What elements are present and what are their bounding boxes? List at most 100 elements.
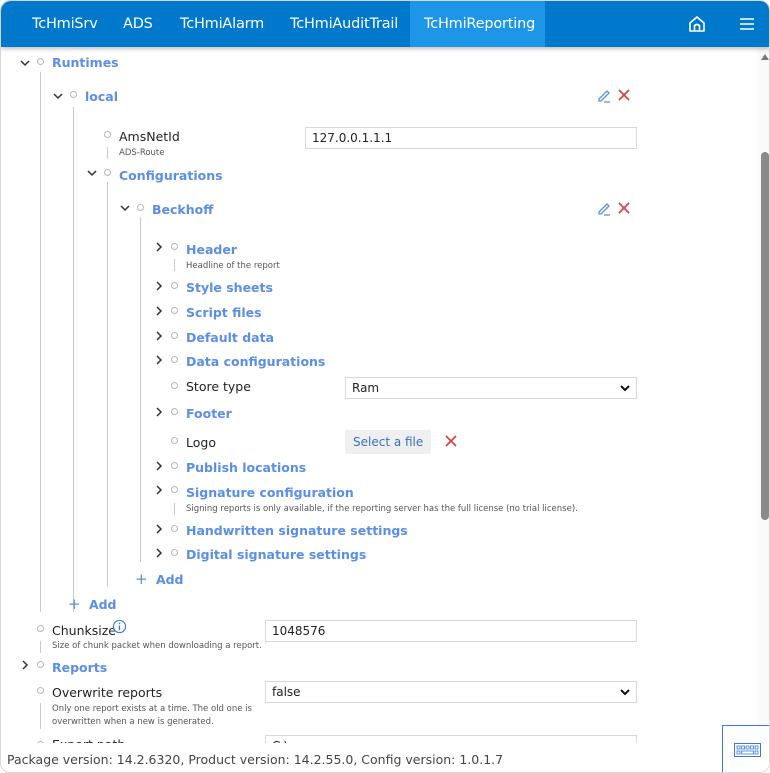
status-dot: [171, 408, 178, 415]
logo-label: Logo: [186, 435, 216, 450]
status-dot: [104, 169, 111, 176]
tree-guide-line: [40, 72, 41, 612]
tab-tchmialarm[interactable]: TcHmiAlarm: [166, 1, 278, 47]
default-data-node[interactable]: Default data: [186, 330, 274, 345]
overwrite-reports-description-1: Only one report exists at a time. The ol…: [52, 704, 252, 714]
status-dot: [171, 549, 178, 556]
export-path-input[interactable]: C:\: [265, 735, 637, 743]
description-line: [107, 147, 108, 159]
signature-configuration-node[interactable]: Signature configuration: [186, 485, 354, 500]
chevron-down-icon[interactable]: [19, 57, 31, 69]
tab-tchmisrv[interactable]: TcHmiSrv: [18, 1, 112, 47]
scrollbar-thumb[interactable]: [761, 152, 769, 520]
delete-icon[interactable]: [616, 87, 632, 103]
handwritten-signature-node[interactable]: Handwritten signature settings: [186, 523, 408, 538]
amsnetid-input[interactable]: 127.0.0.1.1.1: [305, 127, 637, 149]
tree-guide-line: [107, 182, 108, 587]
clear-logo-icon[interactable]: [443, 433, 459, 449]
chevron-right-icon[interactable]: [153, 484, 165, 496]
plus-icon: +: [68, 595, 81, 613]
tab-tchmireporting[interactable]: TcHmiReporting: [410, 1, 545, 47]
add-configuration-button[interactable]: + Add: [135, 570, 184, 588]
status-dot: [171, 356, 178, 363]
status-dot: [171, 525, 178, 532]
chevron-right-icon[interactable]: [153, 523, 165, 535]
header-description: Headline of the report: [186, 261, 280, 271]
publish-locations-node[interactable]: Publish locations: [186, 460, 306, 475]
delete-icon[interactable]: [616, 200, 632, 216]
reports-node[interactable]: Reports: [52, 660, 107, 675]
chevron-down-icon[interactable]: [119, 202, 131, 214]
select-file-button[interactable]: Select a file: [345, 430, 432, 454]
status-dot: [171, 282, 178, 289]
digital-signature-node[interactable]: Digital signature settings: [186, 547, 366, 562]
status-dot: [37, 661, 44, 668]
overwrite-reports-description-2: overwritten when a new is generated.: [52, 717, 214, 727]
status-dot: [171, 332, 178, 339]
store-type-label: Store type: [186, 379, 251, 394]
status-dot: [104, 131, 111, 138]
status-dot: [37, 58, 44, 65]
version-footer: Package version: 14.2.6320, Product vers…: [1, 743, 769, 772]
version-text: Package version: 14.2.6320, Product vers…: [7, 752, 504, 767]
plus-icon: +: [135, 570, 148, 588]
edit-icon[interactable]: [596, 87, 612, 103]
style-sheets-node[interactable]: Style sheets: [186, 280, 273, 295]
status-dot: [37, 625, 44, 632]
beckhoff-node[interactable]: Beckhoff: [152, 202, 213, 217]
chevron-down-icon: [620, 385, 630, 392]
description-line: [174, 259, 175, 271]
chevron-right-icon[interactable]: [153, 280, 165, 292]
store-type-select[interactable]: Ram: [345, 377, 637, 399]
chunksize-description: Size of chunk packet when downloading a …: [52, 641, 262, 651]
status-dot: [171, 462, 178, 469]
virtual-keyboard-button[interactable]: [722, 725, 769, 772]
chevron-right-icon[interactable]: [19, 659, 31, 671]
description-line: [174, 503, 175, 515]
scroll-up-arrow-icon[interactable]: [761, 54, 769, 60]
chevron-down-icon: [620, 689, 630, 696]
overwrite-reports-value: false: [272, 685, 301, 699]
chevron-right-icon[interactable]: [153, 460, 165, 472]
overwrite-reports-select[interactable]: false: [265, 681, 637, 703]
tab-tchmiaudittrail[interactable]: TcHmiAuditTrail: [276, 1, 412, 47]
status-dot: [171, 382, 178, 389]
store-type-value: Ram: [352, 381, 380, 395]
chevron-right-icon[interactable]: [153, 354, 165, 366]
info-icon[interactable]: [112, 619, 127, 634]
add-runtime-button[interactable]: + Add: [68, 595, 117, 613]
overwrite-reports-label: Overwrite reports: [52, 685, 163, 700]
amsnetid-label: AmsNetId: [119, 129, 180, 144]
home-icon[interactable]: [687, 14, 707, 34]
tree-guide-line: [73, 107, 74, 612]
chunksize-input[interactable]: 1048576: [265, 620, 637, 642]
edit-icon[interactable]: [596, 200, 612, 216]
chevron-right-icon[interactable]: [153, 547, 165, 559]
local-node[interactable]: local: [85, 89, 118, 104]
runtimes-node[interactable]: Runtimes: [52, 55, 119, 70]
chevron-down-icon[interactable]: [86, 167, 98, 179]
script-files-node[interactable]: Script files: [186, 305, 262, 320]
status-dot: [137, 204, 144, 211]
configurations-node[interactable]: Configurations: [119, 168, 223, 183]
footer-node[interactable]: Footer: [186, 406, 232, 421]
reporting-config-window: TcHmiSrv ADS TcHmiAlarm TcHmiAuditTrail …: [0, 0, 770, 773]
status-dot: [171, 486, 178, 493]
signature-configuration-description: Signing reports is only available, if th…: [186, 504, 578, 514]
settings-tree: Runtimes local AmsNetId ADS-Route 127.0.…: [1, 47, 757, 743]
chevron-right-icon[interactable]: [153, 241, 165, 253]
chevron-right-icon[interactable]: [153, 305, 165, 317]
menu-icon[interactable]: [737, 14, 757, 34]
chevron-right-icon[interactable]: [153, 406, 165, 418]
data-configurations-node[interactable]: Data configurations: [186, 354, 325, 369]
header-node[interactable]: Header: [186, 242, 237, 257]
chevron-right-icon[interactable]: [153, 330, 165, 342]
chevron-down-icon[interactable]: [52, 90, 64, 102]
keyboard-icon: [734, 743, 761, 757]
description-line: [40, 641, 41, 653]
status-dot: [37, 687, 44, 694]
status-dot: [171, 307, 178, 314]
tree-guide-line: [140, 217, 141, 562]
tab-ads[interactable]: ADS: [109, 1, 167, 47]
status-dot: [171, 243, 178, 250]
